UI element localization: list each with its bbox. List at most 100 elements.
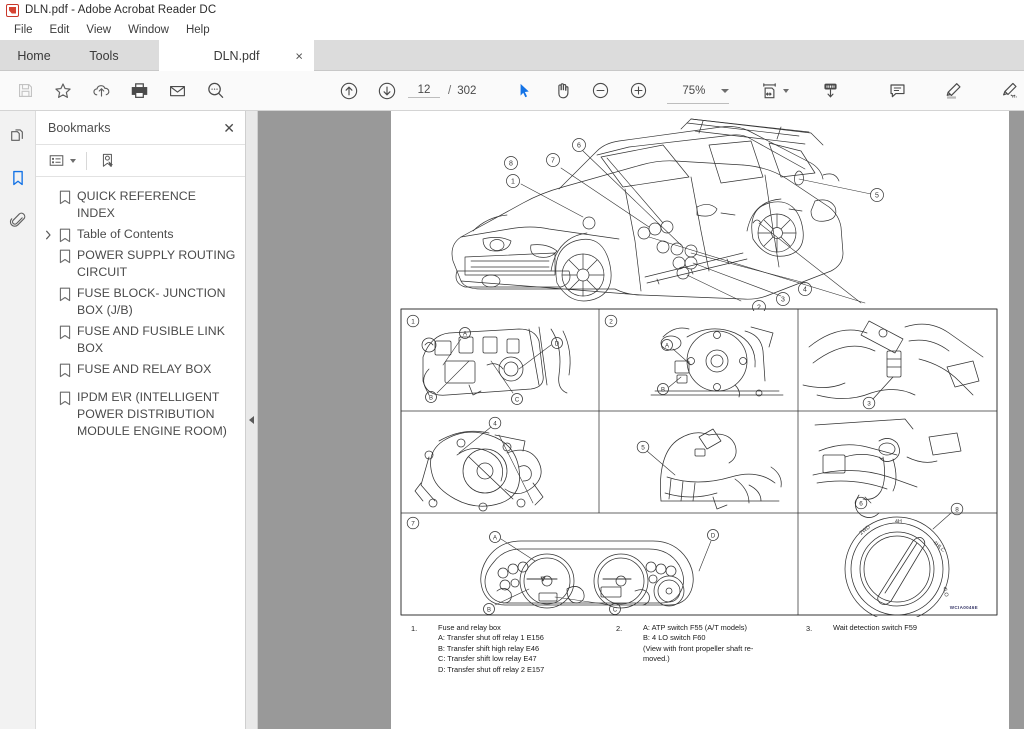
navigation-rail: [0, 111, 36, 729]
zoom-level-control[interactable]: 75%: [665, 84, 730, 104]
bookmark-options-icon[interactable]: [46, 150, 78, 171]
cloud-upload-icon[interactable]: [82, 71, 120, 111]
email-icon[interactable]: [158, 71, 196, 111]
detail-grid: 1 A B C D 2 A B 3 4 5 6 7 A B C D 2WD 4H…: [400, 308, 998, 617]
caption-line: (View with front propeller shaft re-: [643, 643, 754, 653]
grid-cell-8: 2WD 4H 4HLC 4LO 8: [844, 502, 964, 617]
caption-line: C: Transfer shift low relay E47: [438, 654, 537, 664]
tab-gap: [140, 40, 159, 71]
save-icon[interactable]: [6, 71, 44, 111]
menu-edit[interactable]: Edit: [42, 22, 79, 38]
caption-text: A: ATP switch F55 (A/T models) B: 4 LO s…: [643, 623, 753, 665]
page-fit-icon[interactable]: [755, 71, 793, 111]
menu-file[interactable]: File: [6, 22, 42, 38]
caption-column-3: 3. Wait detection switch F59: [806, 623, 996, 675]
bookmark-icon: [55, 285, 75, 302]
select-cursor-icon[interactable]: [505, 71, 543, 111]
caption-column-1: 1. Fuse and relay box A: Transfer shut o…: [411, 623, 616, 675]
toolbar-view-group: 75%: [505, 71, 730, 111]
close-icon[interactable]: ×: [295, 49, 303, 62]
chevron-down-icon[interactable]: [782, 88, 789, 93]
bookmark-label: Table of Contents: [77, 227, 174, 241]
page-total: 302: [457, 84, 477, 97]
tab-home[interactable]: Home: [0, 40, 68, 71]
bookmark-icon: [55, 188, 75, 205]
next-page-icon[interactable]: [368, 71, 406, 111]
zoom-in-icon[interactable]: [619, 71, 657, 111]
chevron-down-icon[interactable]: [70, 158, 76, 163]
bookmark-label: QUICK REFERENCE INDEX: [77, 189, 196, 220]
page-thumbnails-icon[interactable]: [3, 121, 33, 151]
previous-page-icon[interactable]: [330, 71, 368, 111]
caption-text: Fuse and relay box A: Transfer shut off …: [438, 623, 544, 675]
caption-number: 2.: [616, 623, 623, 633]
tab-bar: Home Tools DLN.pdf ×: [0, 40, 1024, 71]
caption-line: Wait detection switch F59: [833, 623, 917, 632]
expander-placeholder: [42, 389, 55, 393]
toolbar-file-group: [0, 71, 234, 110]
chevron-left-icon: [249, 416, 254, 424]
caption-line: D: Transfer shut off relay 2 E157: [438, 664, 545, 674]
bookmarks-panel-header: Bookmarks ✕: [36, 111, 245, 145]
menu-window[interactable]: Window: [120, 22, 178, 38]
menu-view[interactable]: View: [78, 22, 120, 38]
tab-document[interactable]: DLN.pdf ×: [159, 40, 314, 71]
main-toolbar: / 302: [0, 71, 1024, 111]
search-icon[interactable]: [196, 71, 234, 111]
svg-text:3: 3: [781, 297, 785, 304]
scroll-mode-icon[interactable]: [811, 71, 849, 111]
svg-text:5: 5: [875, 193, 879, 200]
page-navigator: / 302: [408, 83, 477, 98]
bookmark-item-quick-reference-index[interactable]: QUICK REFERENCE INDEX: [36, 186, 245, 224]
document-viewer[interactable]: 1 2 3 4 5 6 7 8 1 A B C D 2 A B 3 4 5 6 …: [258, 111, 1024, 729]
bookmark-item-table-of-contents[interactable]: Table of Contents: [36, 224, 245, 245]
sign-icon[interactable]: [990, 71, 1024, 111]
highlight-icon[interactable]: [934, 71, 972, 111]
bookmark-label: FUSE AND RELAY BOX: [77, 362, 212, 376]
comment-icon[interactable]: [878, 71, 916, 111]
pdf-page: 1 2 3 4 5 6 7 8 1 A B C D 2 A B 3 4 5 6 …: [391, 111, 1009, 729]
tab-tools[interactable]: Tools: [68, 40, 140, 71]
menu-help[interactable]: Help: [178, 22, 219, 38]
panel-collapse-handle[interactable]: [246, 111, 258, 729]
bookmark-item-fuse-and-fusible-link-box[interactable]: FUSE AND FUSIBLE LINK BOX: [36, 321, 245, 359]
grid-cell-5: 5: [636, 428, 782, 510]
bookmark-item-ipdm-er[interactable]: IPDM E\R (INTELLIGENT POWER DISTRIBUTION…: [36, 387, 245, 442]
print-icon[interactable]: [120, 71, 158, 111]
vehicle-illustration: 1 2 3 4 5 6 7 8: [451, 118, 884, 311]
svg-text:7: 7: [551, 158, 555, 165]
bookmark-item-fuse-block-junction-box[interactable]: FUSE BLOCK- JUNCTION BOX (J/B): [36, 283, 245, 321]
svg-text:3: 3: [867, 400, 871, 407]
zoom-level-value: 75%: [682, 84, 706, 97]
caption-line: A: ATP switch F55 (A/T models): [643, 623, 747, 632]
svg-text:A: A: [665, 343, 669, 349]
menu-bar: File Edit View Window Help: [0, 20, 1024, 40]
hand-tool-icon[interactable]: [543, 71, 581, 111]
zoom-out-icon[interactable]: [581, 71, 619, 111]
new-bookmark-icon[interactable]: [97, 150, 118, 171]
bookmarks-icon[interactable]: [3, 163, 33, 193]
svg-text:5: 5: [641, 444, 645, 451]
svg-text:1: 1: [511, 179, 515, 186]
page-number-input[interactable]: [408, 83, 440, 98]
close-icon[interactable]: ✕: [223, 121, 235, 135]
caption-line: B: 4 LO switch F60: [643, 633, 706, 643]
svg-text:6: 6: [577, 143, 581, 150]
caption-line: A: Transfer shut off relay 1 E156: [438, 633, 544, 643]
chevron-down-icon[interactable]: [721, 88, 730, 93]
caption-number: 1.: [411, 623, 418, 633]
bookmark-item-power-supply-routing-circuit[interactable]: POWER SUPPLY ROUTING CIRCUIT: [36, 245, 245, 283]
expander-placeholder: [42, 361, 55, 365]
pdf-icon: [6, 3, 19, 17]
bookmark-label: FUSE BLOCK- JUNCTION BOX (J/B): [77, 286, 226, 317]
grid-cell-3: 3: [802, 320, 984, 410]
bookmark-item-fuse-and-relay-box[interactable]: FUSE AND RELAY BOX: [36, 359, 245, 380]
bookmark-icon: [55, 226, 75, 243]
toolbar-navigation-group: / 302: [330, 71, 476, 110]
bookmark-label: FUSE AND FUSIBLE LINK BOX: [77, 324, 225, 355]
svg-text:B: B: [487, 607, 491, 613]
expander-placeholder: [42, 285, 55, 289]
star-icon[interactable]: [44, 71, 82, 111]
attachments-icon[interactable]: [3, 205, 33, 235]
chevron-right-icon[interactable]: [42, 226, 55, 240]
